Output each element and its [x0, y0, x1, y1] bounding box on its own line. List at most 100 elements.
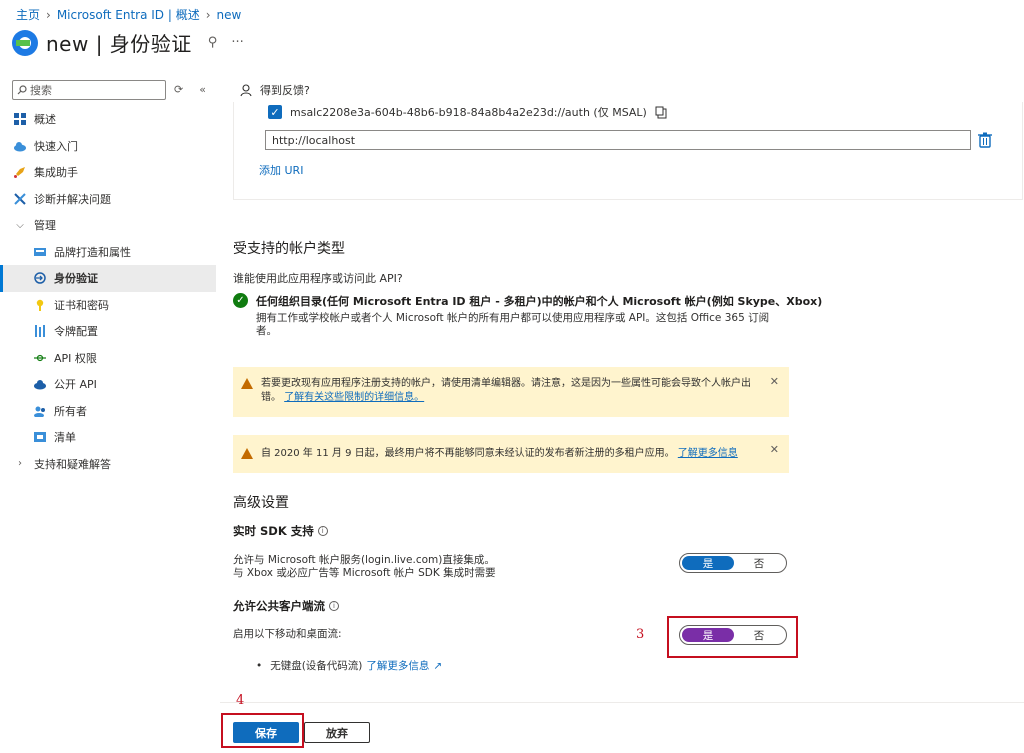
warning-banner: 自 2020 年 11 月 9 日起，最终用户将不再能够同意未经认证的发布者新注… — [233, 435, 789, 473]
sidebar-item-label: 概述 — [34, 113, 56, 127]
sidebar-nav: 概述 快速入门 集成助手 诊断并解决问题 ⌵ 管理 品牌打造和属性 身份验证 证… — [0, 106, 216, 477]
breadcrumb-home[interactable]: 主页 — [16, 6, 40, 23]
chevron-down-icon: ⌵ — [16, 219, 24, 231]
redirect-uri-input[interactable]: http://localhost — [265, 130, 971, 150]
warning-banner: 若要更改现有应用程序注册支持的帐户，请使用清单编辑器。请注意，这是因为一些属性可… — [233, 367, 789, 417]
sidebar-item-api-permissions[interactable]: API 权限 — [0, 345, 216, 372]
feedback-link[interactable]: 得到反馈? — [240, 82, 310, 98]
more-options-icon[interactable]: ··· — [231, 35, 243, 50]
sidebar-item-authentication[interactable]: 身份验证 — [0, 265, 216, 292]
copy-icon[interactable] — [655, 106, 667, 119]
public-client-toggle[interactable]: 是 否 — [679, 625, 787, 645]
feedback-icon — [240, 84, 252, 97]
sidebar-item-manifest[interactable]: 清单 — [0, 424, 216, 451]
advanced-settings-heading: 高级设置 — [233, 495, 289, 511]
sidebar-item-diagnose[interactable]: 诊断并解决问题 — [0, 186, 216, 213]
sidebar-group-support[interactable]: › 支持和疑难解答 — [0, 451, 216, 478]
sidebar-item-label: API 权限 — [54, 351, 97, 365]
account-type-title: 任何组织目录(任何 Microsoft Entra ID 租户 - 多租户)中的… — [256, 295, 823, 308]
api-permissions-icon — [34, 354, 46, 361]
branding-icon — [34, 247, 46, 256]
sdk-desc-line1: 允许与 Microsoft 帐户服务(login.live.com)直接集成。 — [233, 554, 495, 566]
toggle-yes[interactable]: 是 — [682, 628, 734, 642]
step-4-annotation: 4 — [236, 693, 245, 708]
warning-learn-more-link[interactable]: 了解有关这些限制的详细信息。 — [284, 392, 424, 403]
toggle-no[interactable]: 否 — [734, 628, 784, 643]
overview-grid-icon — [14, 113, 26, 126]
sdk-support-title: 实时 SDK 支持 — [233, 524, 314, 538]
sidebar-item-label: 公开 API — [54, 378, 97, 392]
sidebar-item-integration[interactable]: 集成助手 — [0, 159, 216, 186]
wrench-icon — [14, 193, 26, 205]
close-icon[interactable]: ✕ — [770, 443, 779, 457]
search-placeholder: 搜索 — [30, 84, 52, 97]
sdk-desc-line2: 与 Xbox 或必应广告等 Microsoft 帐户 SDK 集成时需要 — [233, 567, 496, 579]
warning-text: 自 2020 年 11 月 9 日起，最终用户将不再能够同意未经认证的发布者新注… — [261, 448, 675, 459]
msal-uri-row: ✓ msalc2208e3a-604b-48b6-b918-84a8b4a2e2… — [268, 104, 667, 120]
sdk-support-description: 允许与 Microsoft 帐户服务(login.live.com)直接集成。 … — [233, 554, 496, 580]
delete-icon[interactable] — [978, 132, 992, 148]
check-circle-icon: ✓ — [233, 293, 248, 308]
sidebar-item-label: 证书和密码 — [54, 298, 109, 312]
sidebar-item-expose-api[interactable]: 公开 API — [0, 371, 216, 398]
sdk-support-toggle[interactable]: 是 否 — [679, 553, 787, 573]
toggle-no[interactable]: 否 — [734, 556, 784, 571]
close-icon[interactable]: ✕ — [770, 375, 779, 389]
feedback-label: 得到反馈? — [260, 84, 310, 97]
search-icon — [17, 85, 27, 95]
info-icon[interactable]: i — [317, 526, 328, 536]
pin-icon[interactable]: ⚲ — [208, 35, 218, 50]
sidebar-item-branding[interactable]: 品牌打造和属性 — [0, 239, 216, 266]
sidebar-item-label: 快速入门 — [34, 139, 78, 153]
step-3-annotation: 3 — [636, 627, 645, 642]
key-icon — [36, 299, 44, 311]
external-link-icon: ↗ — [433, 659, 443, 672]
device-code-learn-more-link[interactable]: 了解更多信息 — [366, 658, 429, 673]
account-type-option: ✓ 任何组织目录(任何 Microsoft Entra ID 租户 - 多租户)… — [233, 293, 822, 309]
breadcrumb: 主页 › Microsoft Entra ID | 概述 › new — [16, 6, 241, 23]
title-row: new | 身份验证 ⚲ ··· — [12, 28, 244, 57]
owners-icon — [34, 406, 45, 417]
sidebar-item-label: 集成助手 — [34, 166, 78, 180]
save-button[interactable]: 保存 — [233, 722, 299, 743]
collapse-sidebar-icon[interactable]: « — [199, 83, 206, 96]
public-client-description: 启用以下移动和桌面流: — [233, 628, 342, 640]
sidebar-item-label: 诊断并解决问题 — [34, 192, 111, 206]
cloud-api-icon — [34, 380, 46, 390]
info-icon[interactable]: i — [329, 601, 339, 611]
sidebar-item-label: 品牌打造和属性 — [54, 245, 131, 259]
sidebar-item-owners[interactable]: 所有者 — [0, 398, 216, 425]
sidebar-item-label: 管理 — [34, 219, 56, 233]
sidebar-search-input[interactable]: 搜索 — [12, 80, 166, 100]
sidebar-group-manage[interactable]: ⌵ 管理 — [0, 212, 216, 239]
msal-uri-text: msalc2208e3a-604b-48b6-b918-84a8b4a2e23d… — [290, 106, 647, 119]
breadcrumb-app[interactable]: new — [217, 8, 242, 22]
warning-icon — [241, 378, 253, 389]
discard-button[interactable]: 放弃 — [304, 722, 370, 743]
breadcrumb-separator-icon: › — [205, 7, 211, 22]
account-type-description: 拥有工作或学校帐户或者个人 Microsoft 帐户的所有用户都可以使用应用程序… — [256, 312, 770, 337]
breadcrumb-entra[interactable]: Microsoft Entra ID | 概述 — [57, 6, 200, 23]
sidebar-item-token[interactable]: 令牌配置 — [0, 318, 216, 345]
refresh-icon[interactable]: ⟳ — [174, 83, 183, 96]
page-title: new | 身份验证 — [46, 32, 192, 56]
add-uri-link[interactable]: 添加 URI — [259, 162, 303, 178]
msal-uri-checkbox[interactable]: ✓ — [268, 105, 282, 119]
device-code-flow-label: 无键盘(设备代码流) — [270, 660, 363, 672]
footer-divider — [220, 702, 1024, 703]
toggle-yes[interactable]: 是 — [682, 556, 734, 570]
sidebar-item-label: 支持和疑难解答 — [34, 457, 111, 471]
sidebar-item-label: 清单 — [54, 431, 76, 445]
sidebar-item-quickstart[interactable]: 快速入门 — [0, 133, 216, 160]
sidebar-item-label: 所有者 — [54, 404, 87, 418]
rocket-icon — [14, 167, 25, 179]
sidebar-item-overview[interactable]: 概述 — [0, 106, 216, 133]
bullet-icon: • — [256, 659, 263, 672]
warning-learn-more-link[interactable]: 了解更多信息 — [678, 448, 738, 459]
chevron-right-icon: › — [18, 458, 22, 470]
sidebar-item-label: 身份验证 — [54, 272, 98, 286]
public-client-title: 允许公共客户端流 — [233, 599, 325, 613]
manifest-icon — [34, 432, 46, 443]
sidebar-item-certificates[interactable]: 证书和密码 — [0, 292, 216, 319]
authentication-logo-icon — [12, 29, 38, 56]
